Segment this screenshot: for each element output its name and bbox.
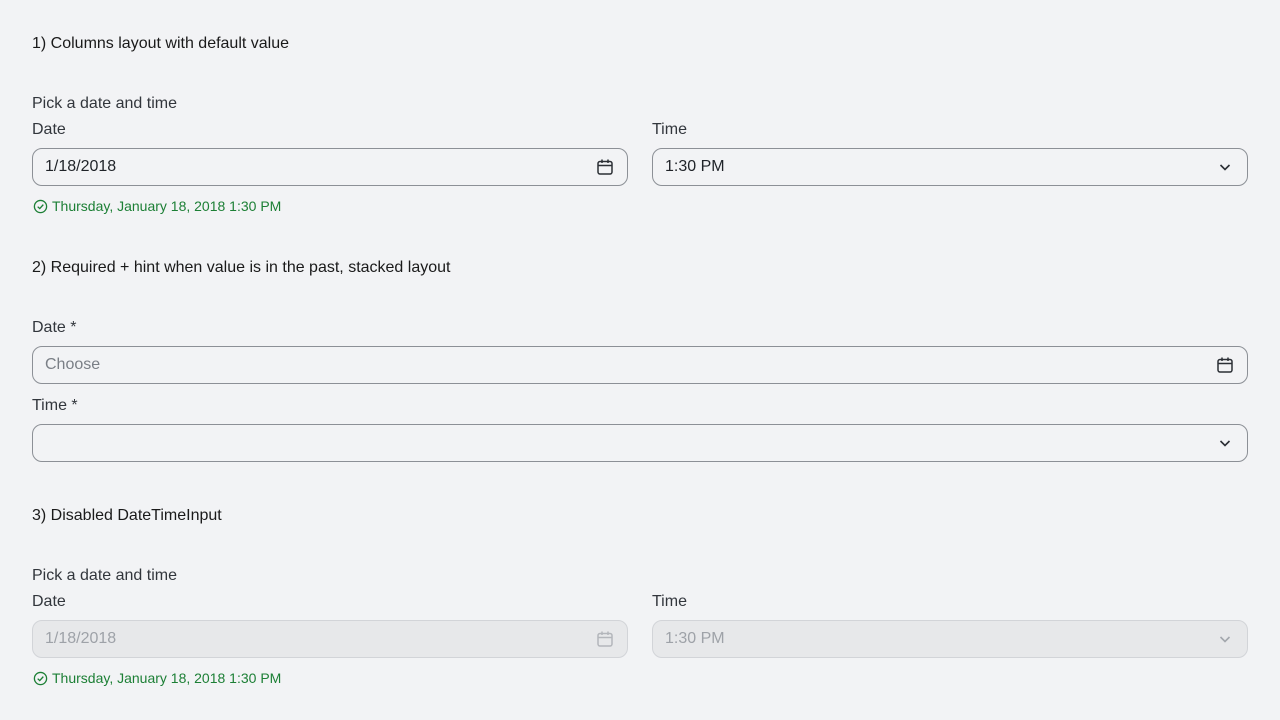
- check-circle-icon: [32, 198, 48, 214]
- group-label: Pick a date and time: [32, 567, 177, 584]
- time-select[interactable]: 1:30 PM: [652, 148, 1248, 186]
- hint-text: Thursday, January 18, 2018 1:30 PM: [52, 198, 282, 214]
- time-label: Time: [652, 121, 687, 138]
- date-input[interactable]: Choose: [32, 346, 1248, 384]
- time-select-disabled: 1:30 PM: [652, 620, 1248, 658]
- date-label: Date: [32, 121, 66, 138]
- chevron-down-icon: [1215, 157, 1235, 177]
- date-value: 1/18/2018: [45, 158, 117, 175]
- hint: Thursday, January 18, 2018 1:30 PM: [32, 670, 281, 686]
- section-title: 1) Columns layout with default value: [32, 35, 290, 52]
- date-label: Date *: [32, 319, 77, 336]
- time-select[interactable]: [32, 424, 1248, 462]
- page: 1) Columns layout with default value Pic…: [0, 0, 1280, 720]
- calendar-icon[interactable]: [595, 157, 615, 177]
- hint: Thursday, January 18, 2018 1:30 PM: [32, 198, 281, 214]
- time-label: Time: [652, 593, 687, 610]
- check-circle-icon: [32, 670, 48, 686]
- chevron-down-icon: [1215, 629, 1235, 649]
- hint-text: Thursday, January 18, 2018 1:30 PM: [52, 670, 282, 686]
- date-input[interactable]: 1/18/2018: [32, 148, 628, 186]
- date-input-disabled: 1/18/2018: [32, 620, 628, 658]
- time-label: Time *: [32, 397, 78, 414]
- group-label: Pick a date and time: [32, 95, 177, 112]
- date-label: Date: [32, 593, 66, 610]
- time-value: 1:30 PM: [665, 630, 725, 647]
- calendar-icon: [595, 629, 615, 649]
- section-title: 3) Disabled DateTimeInput: [32, 507, 222, 524]
- calendar-icon[interactable]: [1215, 355, 1235, 375]
- time-value: 1:30 PM: [665, 158, 725, 175]
- date-value: 1/18/2018: [45, 630, 117, 647]
- chevron-down-icon: [1215, 433, 1235, 453]
- date-placeholder: Choose: [45, 356, 101, 373]
- section-title: 2) Required + hint when value is in the …: [32, 259, 451, 276]
